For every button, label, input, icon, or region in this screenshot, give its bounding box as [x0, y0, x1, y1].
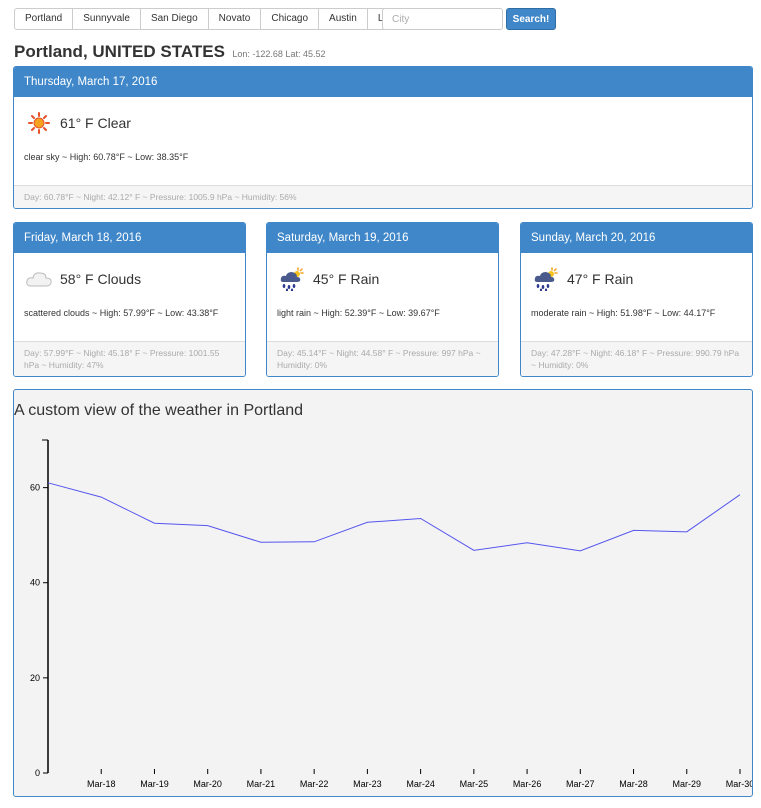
forecast-panel-day1: Friday, March 18, 2016 58° F Clouds scat… — [13, 222, 246, 377]
today-footer: Day: 60.78°F ~ Night: 42.12° F ~ Pressur… — [14, 185, 752, 208]
forecast-date-heading: Sunday, March 20, 2016 — [521, 223, 752, 253]
city-button-austin[interactable]: Austin — [318, 8, 368, 30]
forecast-panel-day3: Sunday, March 20, 2016 47° F Rain modera… — [520, 222, 753, 377]
location-coordinates: Lon: -122.68 Lat: 45.52 — [232, 49, 326, 59]
location-name: Portland, UNITED STATES — [14, 42, 225, 61]
x-tick-label: Mar-23 — [353, 779, 382, 789]
x-tick-label: Mar-27 — [566, 779, 595, 789]
x-tick-label: Mar-21 — [247, 779, 276, 789]
city-button-novato[interactable]: Novato — [207, 8, 262, 30]
x-tick-label: Mar-25 — [460, 779, 489, 789]
rain-icon — [277, 267, 307, 291]
x-tick-label: Mar-18 — [87, 779, 116, 789]
y-tick-label: 20 — [30, 673, 40, 683]
sun-icon — [24, 111, 54, 135]
y-tick-label: 40 — [30, 578, 40, 588]
forecast-detail: scattered clouds ~ High: 57.99°F ~ Low: … — [24, 308, 219, 318]
temperature-line-chart: 0 20 40 60 Mar-18 Mar-19 Mar-20 Mar-21 Mar-22 Mar… — [30, 439, 752, 789]
rain-icon — [531, 267, 561, 291]
today-summary: 61° F Clear — [24, 111, 752, 135]
city-button-group: Portland Sunnyvale San Diego Novato Chicago A… — [14, 8, 423, 30]
x-tick-label: Mar-24 — [406, 779, 435, 789]
forecast-temperature: 45° F Rain — [313, 271, 380, 287]
forecast-footer: Day: 47.28°F ~ Night: 46.18° F ~ Pressur… — [521, 341, 752, 376]
x-tick-label: Mar-30 — [726, 779, 752, 789]
forecast-summary: 45° F Rain — [277, 267, 498, 291]
city-search-input[interactable] — [382, 8, 503, 30]
today-date-heading: Thursday, March 17, 2016 — [14, 67, 752, 97]
forecast-temperature: 58° F Clouds — [60, 271, 142, 287]
weather-chart-panel: A custom view of the weather in Portland… — [13, 389, 753, 797]
today-forecast-panel: Thursday, March 17, 2016 61° F Clear cle… — [13, 66, 753, 209]
cloud-icon — [24, 267, 54, 291]
search-button[interactable]: Search! — [506, 8, 556, 30]
x-tick-label: Mar-22 — [300, 779, 329, 789]
forecast-temperature: 47° F Rain — [567, 271, 634, 287]
city-button-portland[interactable]: Portland — [14, 8, 74, 30]
city-button-chicago[interactable]: Chicago — [260, 8, 320, 30]
forecast-summary: 58° F Clouds — [24, 267, 245, 291]
x-tick-label: Mar-29 — [673, 779, 702, 789]
forecast-footer: Day: 57.99°F ~ Night: 45.18° F ~ Pressur… — [14, 341, 245, 376]
today-temperature: 61° F Clear — [60, 115, 131, 131]
today-detail: clear sky ~ High: 60.78°F ~ Low: 38.35°F — [24, 152, 189, 162]
forecast-panel-day2: Saturday, March 19, 2016 45° F Rain ligh… — [266, 222, 499, 377]
forecast-date-heading: Friday, March 18, 2016 — [14, 223, 245, 253]
x-tick-label: Mar-28 — [619, 779, 648, 789]
x-tick-label: Mar-19 — [140, 779, 169, 789]
x-tick-label: Mar-26 — [513, 779, 542, 789]
forecast-date-heading: Saturday, March 19, 2016 — [267, 223, 498, 253]
y-tick-label: 0 — [35, 768, 40, 778]
location-header: Portland, UNITED STATES Lon: -122.68 Lat… — [14, 42, 325, 62]
city-toolbar: Portland Sunnyvale San Diego Novato Chicago A… — [14, 8, 423, 30]
x-tick-label: Mar-20 — [193, 779, 222, 789]
forecast-summary: 47° F Rain — [531, 267, 752, 291]
y-tick-label: 60 — [30, 483, 40, 493]
city-button-san-diego[interactable]: San Diego — [139, 8, 209, 30]
temperature-series-line — [47, 482, 741, 552]
city-button-sunnyvale[interactable]: Sunnyvale — [72, 8, 141, 30]
forecast-footer: Day: 45.14°F ~ Night: 44.58° F ~ Pressur… — [267, 341, 498, 376]
forecast-detail: moderate rain ~ High: 51.98°F ~ Low: 44.… — [531, 308, 716, 318]
forecast-detail: light rain ~ High: 52.39°F ~ Low: 39.67°… — [277, 308, 440, 318]
